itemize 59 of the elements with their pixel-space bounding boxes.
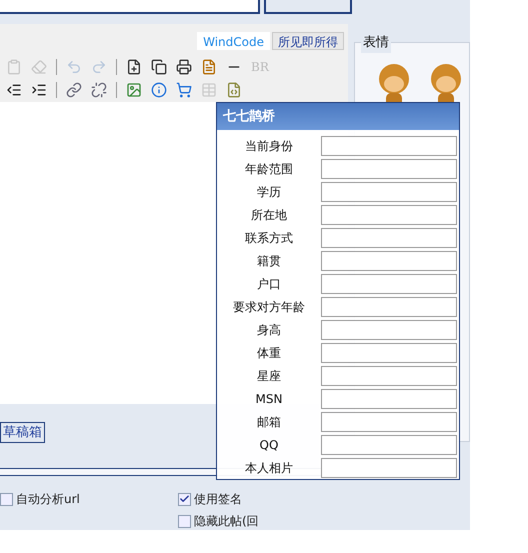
field-label: QQ	[258, 436, 280, 454]
field-label: 所在地	[250, 206, 288, 224]
outdent-icon[interactable]	[6, 82, 22, 98]
input-field[interactable]	[321, 388, 457, 408]
file-icon[interactable]	[226, 82, 242, 98]
printer-icon[interactable]	[176, 59, 192, 75]
field-label: 学历	[256, 184, 282, 200]
option-checkbox[interactable]	[0, 492, 13, 506]
input-field[interactable]	[321, 250, 457, 270]
editor-tab[interactable]: WindCode	[197, 32, 270, 50]
number-icon[interactable]	[151, 82, 167, 98]
redo-icon[interactable]	[91, 59, 107, 75]
input-field[interactable]	[321, 434, 457, 454]
paste-icon[interactable]	[6, 59, 22, 75]
option-label: 自动分析url	[16, 491, 80, 508]
input-field[interactable]	[321, 182, 457, 202]
eraser-icon[interactable]	[31, 59, 47, 75]
image-icon[interactable]	[126, 82, 142, 98]
input-field[interactable]	[321, 458, 457, 478]
draft-button[interactable]: 草稿箱	[0, 422, 45, 443]
field-label: 联系方式	[244, 230, 294, 246]
field-label: 要求对方年龄	[232, 298, 306, 316]
editor-tab[interactable]: 所见即所得	[272, 32, 344, 50]
input-field[interactable]	[321, 228, 457, 248]
copy-icon[interactable]	[151, 59, 167, 75]
input-field[interactable]	[321, 158, 457, 178]
field-label: 本人相片	[244, 460, 294, 476]
input-field[interactable]	[321, 136, 457, 156]
undo-icon[interactable]	[66, 59, 82, 75]
option-label: 隐藏此帖(回	[194, 513, 259, 530]
input-field[interactable]	[321, 412, 457, 432]
option-checkbox[interactable]	[178, 514, 191, 528]
input-field[interactable]	[321, 274, 457, 294]
category-button[interactable]	[264, 0, 352, 14]
insert-page-icon[interactable]	[126, 59, 142, 75]
dialog-title: 七七鹊桥	[223, 108, 275, 126]
document-icon[interactable]	[201, 59, 217, 75]
input-field[interactable]	[321, 296, 457, 316]
field-label: 邮箱	[256, 414, 282, 430]
input-field[interactable]	[321, 320, 457, 340]
emoticon-panel-title: 表情	[361, 33, 391, 52]
input-field[interactable]	[321, 342, 457, 362]
cart-icon[interactable]	[176, 82, 192, 98]
indent-icon[interactable]	[31, 82, 47, 98]
title-field[interactable]	[0, 0, 260, 14]
field-label: 户口	[256, 276, 282, 292]
field-label: 年龄范围	[244, 160, 294, 178]
input-field[interactable]	[321, 366, 457, 386]
field-label: 体重	[256, 344, 282, 362]
option-checkbox[interactable]	[178, 492, 191, 506]
option-label: 使用签名	[194, 491, 242, 508]
field-label: MSN	[254, 390, 284, 408]
input-field[interactable]	[321, 204, 457, 224]
field-label: 身高	[256, 322, 282, 338]
field-label: 籍贯	[256, 252, 282, 270]
field-label: 星座	[256, 368, 282, 384]
field-label: 当前身份	[244, 138, 294, 154]
unlink-icon[interactable]	[91, 82, 107, 98]
link-icon[interactable]	[66, 82, 82, 98]
